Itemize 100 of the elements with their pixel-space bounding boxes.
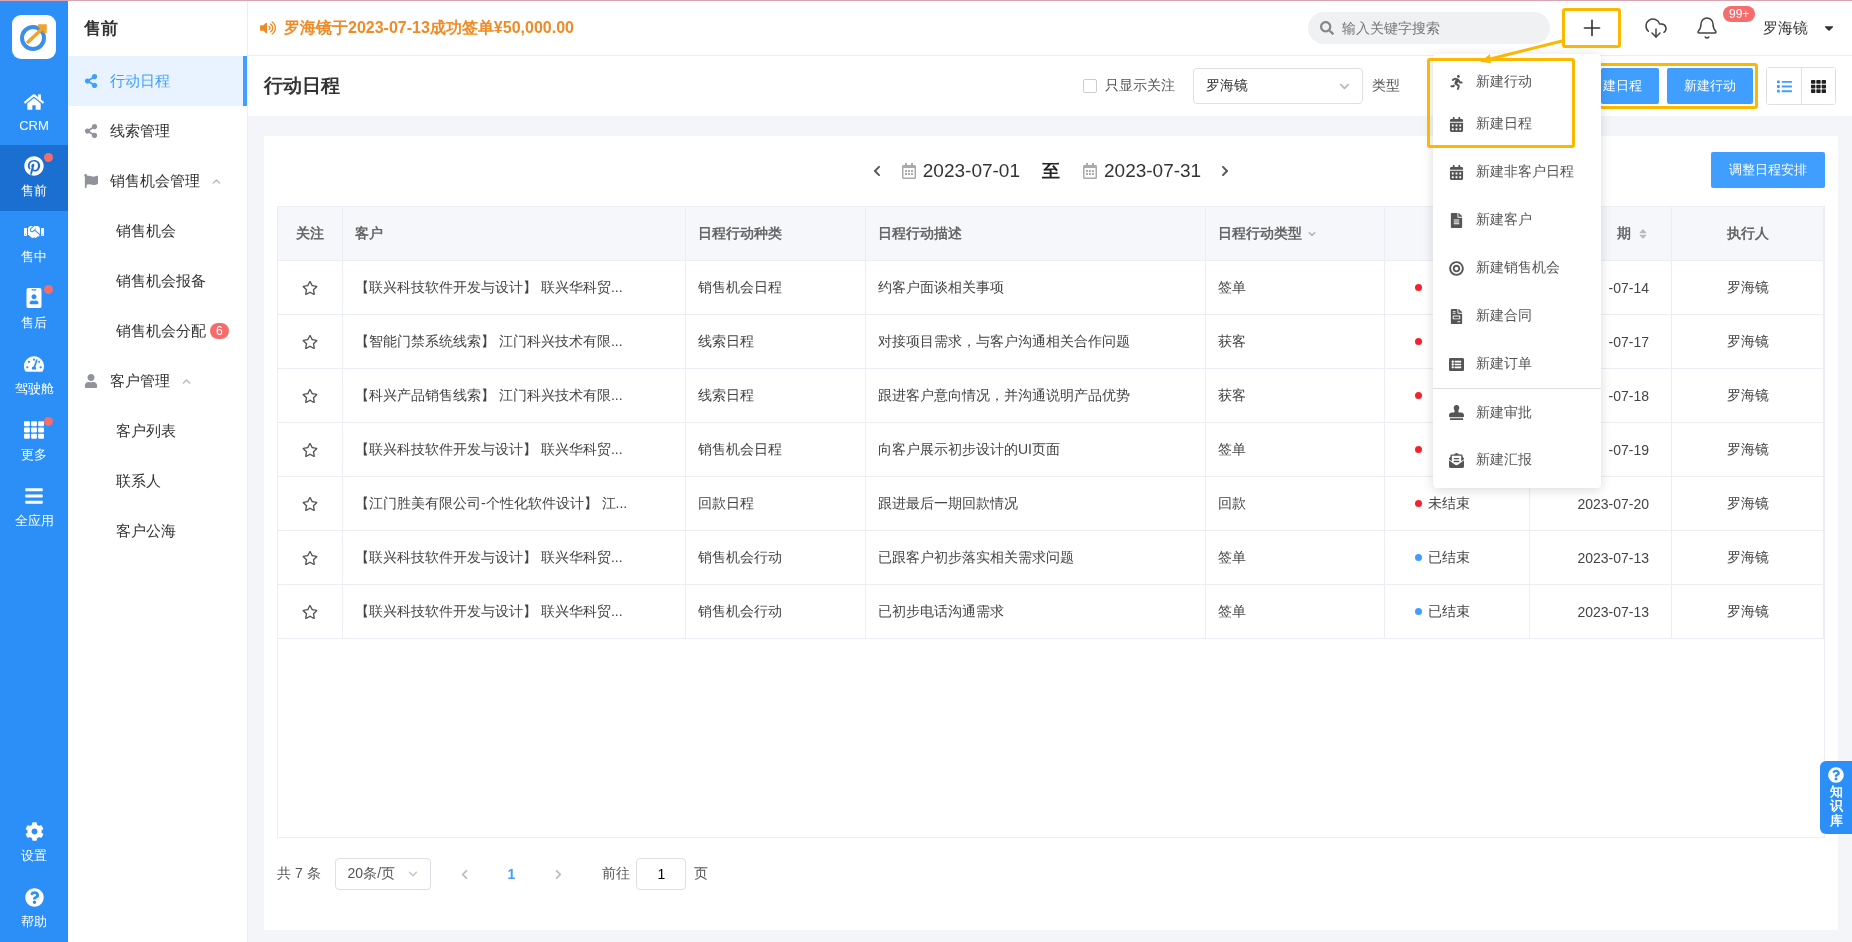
menu-item[interactable]: 新建非客户日程: [1433, 148, 1601, 196]
sidebar-item[interactable]: 销售机会管理: [68, 156, 247, 206]
sidebar-item[interactable]: 客户公海: [68, 506, 247, 556]
speaker-icon: [260, 20, 276, 36]
table-cell: 【智能门禁系统线索】 江门科兴技术有限...: [343, 315, 686, 368]
table-cell: 2023-07-13: [1530, 531, 1672, 584]
sidebar-item[interactable]: 销售机会报备: [68, 256, 247, 306]
table-cell: 【科兴产品销售线索】 江门科兴技术有限...: [343, 369, 686, 422]
status-text: 已结束: [1428, 602, 1470, 621]
table-cell: 罗海镜: [1672, 423, 1824, 476]
column-header: 客户: [343, 207, 686, 260]
announcement-text: 罗海镜于2023-07-13成功签单¥50,000.00: [284, 17, 574, 38]
menu-item[interactable]: 新建行动: [1430, 61, 1572, 103]
view-toggle[interactable]: [1801, 68, 1835, 104]
notification-dot: [44, 153, 53, 162]
notification-badge: 99+: [1723, 6, 1756, 22]
sidebar-title: 售前: [83, 18, 119, 40]
star-icon[interactable]: [302, 279, 318, 296]
count-badge: 6: [210, 323, 229, 339]
contract-icon: [1449, 308, 1464, 324]
column-header: 日程行动种类: [686, 207, 866, 260]
follow-filter-checkbox[interactable]: 只显示关注: [1083, 77, 1175, 95]
stamp-icon: [1449, 405, 1464, 420]
table-cell: 约客户面谈相关事项: [866, 261, 1206, 314]
cloud-download-icon: [1644, 16, 1668, 40]
table-cell: 销售机会行动: [686, 531, 866, 584]
table-cell: 线索日程: [686, 369, 866, 422]
table-cell: 罗海镜: [1672, 585, 1824, 638]
flag-icon: [84, 174, 98, 188]
id-badge-icon: [24, 288, 44, 308]
star-icon[interactable]: [302, 603, 318, 620]
notification-dot: [44, 417, 53, 426]
share-icon: [84, 124, 98, 138]
sidebar-item[interactable]: 客户管理: [68, 356, 247, 406]
star-icon[interactable]: [302, 495, 318, 512]
document-icon: [1449, 212, 1464, 228]
table-cell: 回款: [1206, 477, 1385, 530]
column-header: 日程行动描述: [866, 207, 1206, 260]
status-text: 未结束: [1428, 494, 1470, 513]
star-icon[interactable]: [302, 333, 318, 350]
table-cell: 跟进最后一期回款情况: [866, 477, 1206, 530]
start-date[interactable]: 2023-07-01: [900, 160, 1020, 182]
pin-icon: [24, 156, 44, 176]
sidebar-item[interactable]: 销售机会: [68, 206, 247, 256]
gauge-icon: [24, 354, 44, 374]
end-date[interactable]: 2023-07-31: [1082, 160, 1202, 182]
column-header: 执行人: [1672, 207, 1824, 260]
goto-label: 前往: [602, 865, 631, 883]
table-cell: 【联兴科技软件开发与设计】 联兴华科贸...: [343, 423, 686, 476]
star-icon[interactable]: [302, 387, 318, 404]
calendar-icon: [1082, 163, 1098, 179]
table-cell: 已初步电话沟通需求: [866, 585, 1206, 638]
page-input[interactable]: 1: [636, 858, 687, 890]
sidebar-item[interactable]: 线索管理: [68, 106, 247, 156]
table-cell: 获客: [1206, 369, 1385, 422]
table-cell: 【江门胜美有限公司-个性化软件设计】 江...: [343, 477, 686, 530]
table-cell: 向客户展示初步设计的UI页面: [866, 423, 1206, 476]
star-icon[interactable]: [302, 549, 318, 566]
star-icon[interactable]: [302, 441, 318, 458]
user-menu[interactable]: 罗海镜: [1763, 18, 1836, 38]
table-cell: 签单: [1206, 261, 1385, 314]
settings-icon: [24, 821, 44, 841]
home-icon: [24, 91, 44, 112]
table-cell: 【联兴科技软件开发与设计】 联兴华科贸...: [343, 531, 686, 584]
search-icon: [1320, 21, 1334, 35]
running-icon: [1449, 74, 1464, 90]
logo-icon: [18, 21, 50, 53]
table-cell: 签单: [1206, 531, 1385, 584]
list-icon: [1449, 356, 1464, 372]
table-cell: 回款日程: [686, 477, 866, 530]
owner-select[interactable]: 罗海镜: [1193, 68, 1363, 104]
notification-dot: [44, 285, 53, 294]
sidebar-item[interactable]: 客户列表: [68, 406, 247, 456]
help-icon: [1828, 767, 1844, 783]
table-cell: 罗海镜: [1672, 477, 1824, 530]
search-field[interactable]: 输入关键字搜索: [1308, 12, 1550, 44]
bell-icon: [1695, 16, 1719, 40]
column-header: 关注: [278, 207, 343, 260]
sidebar-item[interactable]: 销售机会分配 6: [68, 306, 247, 356]
menu-item[interactable]: 新建日程: [1430, 103, 1572, 145]
table-cell: 销售机会日程: [686, 261, 866, 314]
table-cell: 2023-07-13: [1530, 585, 1672, 638]
page-size-select[interactable]: 20条/页: [334, 858, 431, 890]
add-button[interactable]: [1562, 8, 1621, 48]
rail-item[interactable]: 售前: [0, 145, 68, 211]
table-cell: 获客: [1206, 315, 1385, 368]
status-text: 已结束: [1428, 548, 1470, 567]
calendar-icon: [1449, 116, 1464, 132]
grid-icon: [1811, 78, 1826, 94]
share-icon: [84, 74, 98, 88]
table-cell: 签单: [1206, 423, 1385, 476]
sidebar-item[interactable]: 联系人: [68, 456, 247, 506]
menu-item[interactable]: 新建审批: [1433, 388, 1601, 436]
table-cell: 对接项目需求，与客户沟通相关合作问题: [866, 315, 1206, 368]
list-icon: [1776, 78, 1792, 94]
table-cell: 罗海镜: [1672, 261, 1824, 314]
envelope-icon: [1449, 452, 1464, 468]
target-icon: [1449, 260, 1464, 276]
type-label: 类型: [1372, 77, 1400, 95]
table-cell: 罗海镜: [1672, 369, 1824, 422]
